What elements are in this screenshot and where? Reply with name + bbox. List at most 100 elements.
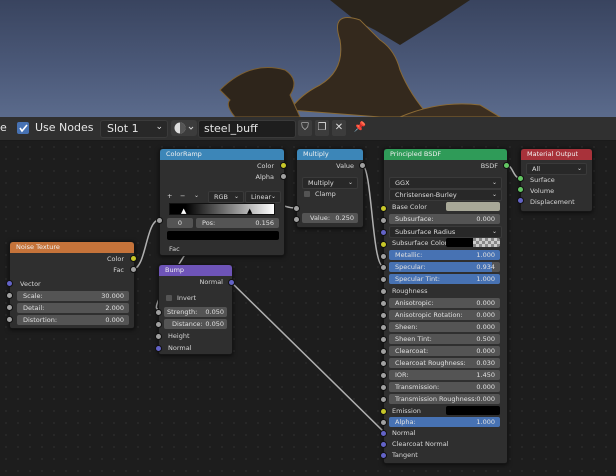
colorramp-stop-color-swatch[interactable]	[167, 231, 279, 240]
output-displacement-socket[interactable]	[517, 197, 524, 204]
colorramp-stop-white-marker[interactable]: ▲	[247, 207, 252, 215]
bsdf-anisotropic-socket[interactable]	[380, 300, 387, 307]
principled-bsdf-node[interactable]: Principled BSDF BSDF GGX ⌄ Christensen-Bu…	[383, 148, 508, 464]
bsdf-sheen-field[interactable]: Sheen: 0.000	[389, 322, 500, 332]
bsdf-subsurface-socket[interactable]	[380, 217, 387, 224]
colorramp-node[interactable]: ColorRamp Color Alpha + − ⌄ RGB ⌄ Linear ⌄…	[159, 148, 285, 256]
bsdf-sheen-tint-socket[interactable]	[380, 336, 387, 343]
bsdf-normal-socket[interactable]	[380, 430, 387, 437]
output-target-dropdown[interactable]: All ⌄	[526, 163, 587, 175]
material-output-node[interactable]: Material Output All ⌄ Surface Volume Disp…	[520, 148, 593, 212]
bump-node[interactable]: Bump Normal Invert Strength: 0.050 Dista…	[158, 264, 233, 355]
noise-vector-socket[interactable]	[6, 280, 13, 287]
bsdf-emission-socket[interactable]	[380, 408, 387, 415]
noise-detail-field[interactable]: Detail: 2.000	[17, 303, 129, 313]
math-multiply-node[interactable]: Multiply Value Multiply ⌄ Clamp Value: 0.…	[296, 148, 364, 228]
bump-strength-socket[interactable]	[155, 309, 162, 316]
bsdf-sss-method-dropdown[interactable]: Christensen-Burley ⌄	[389, 189, 502, 201]
bsdf-specular-value: 0.934	[476, 263, 495, 271]
noise-color-socket[interactable]	[130, 255, 137, 262]
bsdf-specular-tint-socket[interactable]	[380, 276, 387, 283]
bsdf-subsurface-radius-dropdown[interactable]: Subsurface Radius ⌄	[389, 226, 502, 238]
bsdf-transmission-socket[interactable]	[380, 384, 387, 391]
bsdf-sheen-socket[interactable]	[380, 324, 387, 331]
noise-texture-node[interactable]: Noise Texture Color Fac Vector Scale: 30…	[9, 241, 135, 329]
bsdf-alpha-socket[interactable]	[380, 419, 387, 426]
colorramp-fac-socket[interactable]	[156, 217, 163, 224]
colorramp-color-socket[interactable]	[280, 162, 287, 169]
bump-distance-socket[interactable]	[155, 321, 162, 328]
noise-distortion-socket[interactable]	[6, 316, 13, 323]
bsdf-roughness-socket[interactable]	[380, 288, 387, 295]
bsdf-clearcoat-roughness-field[interactable]: Clearcoat Roughness: 0.030	[389, 358, 500, 368]
bsdf-anisotropic-rotation-socket[interactable]	[380, 312, 387, 319]
output-surface-socket[interactable]	[517, 175, 524, 182]
colorramp-interp-dropdown[interactable]: Linear ⌄	[245, 191, 281, 203]
noise-scale-field[interactable]: Scale: 30.000	[17, 291, 129, 301]
colorramp-stop-index-field[interactable]: 0	[167, 218, 193, 228]
bump-strength-field[interactable]: Strength: 0.050	[164, 307, 227, 317]
bsdf-subsurface-color-socket[interactable]	[380, 241, 387, 248]
bsdf-clearcoat-socket[interactable]	[380, 348, 387, 355]
bsdf-tangent-socket[interactable]	[380, 452, 387, 459]
bsdf-clearcoat-normal-socket[interactable]	[380, 441, 387, 448]
bump-output-normal-label: Normal	[199, 278, 223, 286]
multiply-header[interactable]: Multiply	[297, 149, 363, 160]
bsdf-transmission-roughness-field[interactable]: Transmission Roughness: 0.000	[389, 394, 500, 404]
bump-height-socket[interactable]	[155, 333, 162, 340]
bsdf-output-socket[interactable]	[503, 162, 510, 169]
noise-scale-socket[interactable]	[6, 292, 13, 299]
material-output-header[interactable]: Material Output	[521, 149, 592, 160]
bsdf-anisotropic-field[interactable]: Anisotropic: 0.000	[389, 298, 500, 308]
bsdf-ior-field[interactable]: IOR: 1.450	[389, 370, 500, 380]
bsdf-specular-tint-field[interactable]: Specular Tint: 1.000	[389, 274, 500, 284]
bump-invert-checkbox[interactable]	[166, 295, 172, 301]
bsdf-emission-swatch[interactable]	[446, 406, 500, 415]
bsdf-metallic-socket[interactable]	[380, 253, 387, 260]
colorramp-tools-chevron-icon[interactable]: ⌄	[194, 191, 199, 201]
bsdf-subsurface-radius-socket[interactable]	[380, 229, 387, 236]
remove-stop-button[interactable]: −	[180, 191, 185, 201]
multiply-value-field[interactable]: Value: 0.250	[302, 213, 358, 223]
bsdf-alpha-field[interactable]: Alpha: 1.000	[389, 417, 500, 427]
bsdf-anisotropic-rotation-field[interactable]: Anisotropic Rotation: 0.000	[389, 310, 500, 320]
noise-texture-header[interactable]: Noise Texture	[10, 242, 134, 253]
multiply-clamp-checkbox[interactable]	[304, 191, 310, 197]
bsdf-transmission-field[interactable]: Transmission: 0.000	[389, 382, 500, 392]
multiply-operation-dropdown[interactable]: Multiply ⌄	[302, 177, 358, 189]
bsdf-base-color-socket[interactable]	[380, 205, 387, 212]
bsdf-ior-socket[interactable]	[380, 372, 387, 379]
bsdf-specular-socket[interactable]	[380, 264, 387, 271]
bsdf-clearcoat-roughness-socket[interactable]	[380, 360, 387, 367]
bsdf-clearcoat-field[interactable]: Clearcoat: 0.000	[389, 346, 500, 356]
colorramp-pos-field[interactable]: Pos: 0.156	[196, 218, 279, 228]
noise-fac-socket[interactable]	[130, 266, 137, 273]
bsdf-metallic-field[interactable]: Metallic: 1.000	[389, 250, 500, 260]
bump-output-normal-socket[interactable]	[228, 279, 235, 286]
colorramp-alpha-socket[interactable]	[280, 173, 287, 180]
bsdf-subsurface-field[interactable]: Subsurface: 0.000	[389, 214, 500, 224]
bsdf-distribution-dropdown[interactable]: GGX ⌄	[389, 177, 502, 189]
bsdf-base-color-swatch[interactable]	[446, 202, 500, 211]
bump-header[interactable]: Bump	[159, 265, 232, 276]
add-stop-button[interactable]: +	[167, 191, 172, 201]
colorramp-stop-black-marker[interactable]: ▲	[181, 207, 186, 215]
bump-normal-socket[interactable]	[155, 345, 162, 352]
colorramp-mode-dropdown[interactable]: RGB ⌄	[208, 191, 244, 203]
multiply-input-b-socket[interactable]	[293, 216, 300, 223]
multiply-input-a-socket[interactable]	[293, 205, 300, 212]
bsdf-ior-value: 1.450	[476, 371, 495, 379]
colorramp-header[interactable]: ColorRamp	[160, 149, 284, 160]
bsdf-subsurface-color-swatch[interactable]	[446, 238, 500, 247]
bsdf-transmission-roughness-socket[interactable]	[380, 396, 387, 403]
bump-distance-field[interactable]: Distance: 0.050	[164, 319, 227, 329]
multiply-output-socket[interactable]	[359, 162, 366, 169]
bsdf-sheen-tint-field[interactable]: Sheen Tint: 0.500	[389, 334, 500, 344]
bsdf-specular-field[interactable]: Specular: 0.934	[389, 262, 500, 272]
output-volume-socket[interactable]	[517, 186, 524, 193]
noise-distortion-field[interactable]: Distortion: 0.000	[17, 315, 129, 325]
noise-detail-socket[interactable]	[6, 304, 13, 311]
bsdf-sheen-tint-value: 0.500	[476, 335, 495, 343]
bsdf-specular-tint-value: 1.000	[476, 275, 495, 283]
bsdf-header[interactable]: Principled BSDF	[384, 149, 507, 160]
